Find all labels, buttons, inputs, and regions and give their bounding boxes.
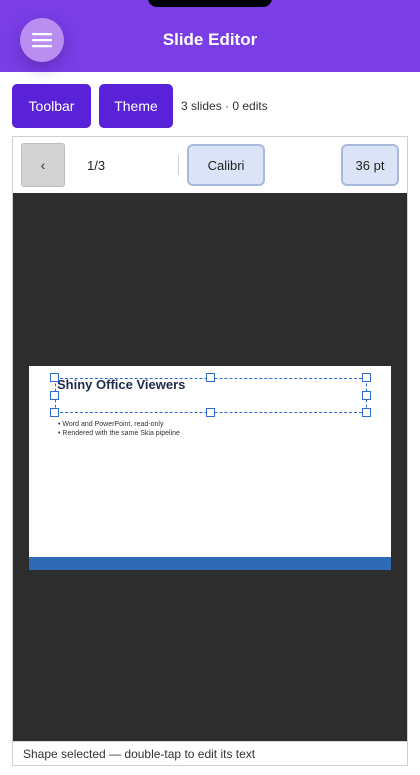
resize-handle-top-right[interactable] [362,373,371,382]
font-family-button[interactable]: Calibri [187,144,265,186]
slide-bullets: Word and PowerPoint, read-only Rendered … [58,420,180,438]
resize-handle-bottom-right[interactable] [362,408,371,417]
slide-preview[interactable]: Shiny Office Viewers Word and PowerPoint… [29,366,391,570]
device-notch [148,0,272,7]
editor-panel: ‹ 1/3 Calibri 36 pt Shiny Office Viewers… [12,136,408,766]
action-bar: Toolbar Theme 3 slides · 0 edits [12,84,268,128]
app-header: Slide Editor [0,0,420,72]
toolbar-button[interactable]: Toolbar [12,84,91,128]
status-bar: Shape selected — double-tap to edit its … [13,741,407,765]
slide-canvas[interactable]: Shiny Office Viewers Word and PowerPoint… [13,193,407,741]
slide-bullet: Rendered with the same Skia pipeline [58,429,180,438]
resize-handle-middle-right[interactable] [362,391,371,400]
slide-summary: 3 slides · 0 edits [181,99,268,113]
resize-handle-top-left[interactable] [50,373,59,382]
resize-handle-top-center[interactable] [206,373,215,382]
slide-bullet: Word and PowerPoint, read-only [58,420,180,429]
resize-handle-bottom-left[interactable] [50,408,59,417]
font-size-button[interactable]: 36 pt [341,144,399,186]
prev-slide-button[interactable]: ‹ [21,143,65,187]
toolbar-divider [178,155,179,175]
theme-button[interactable]: Theme [99,84,173,128]
page-title: Slide Editor [162,30,258,49]
resize-handle-middle-left[interactable] [50,391,59,400]
page-indicator: 1/3 [87,158,106,173]
resize-handle-bottom-center[interactable] [206,408,215,417]
slide-footer-band [29,557,391,570]
editor-toolbar: ‹ 1/3 Calibri 36 pt [13,137,407,193]
